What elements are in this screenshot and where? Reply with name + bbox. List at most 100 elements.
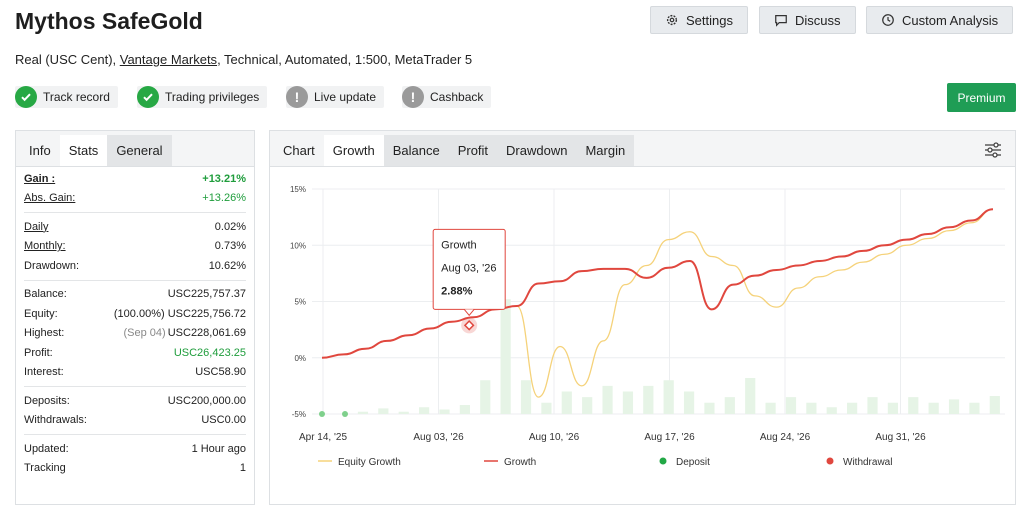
page-title: Mythos SafeGold [15, 8, 203, 34]
tab-balance[interactable]: Balance [383, 135, 449, 166]
tab-info[interactable]: Info [20, 135, 60, 166]
volume-bar [602, 385, 613, 414]
volume-bar [582, 397, 593, 414]
exclamation-icon: ! [286, 86, 308, 108]
legend-label: Growth [504, 457, 536, 468]
highest-note: (Sep 04) [123, 327, 166, 340]
subtitle-suffix: , Technical, Automated, 1:500, MetaTrade… [217, 52, 473, 67]
volume-bar [561, 391, 572, 414]
legend-label: Deposit [676, 457, 710, 468]
volume-bar [969, 402, 980, 414]
settings-button[interactable]: Settings [650, 6, 748, 34]
volume-bar [378, 408, 389, 414]
y-tick-label: 5% [294, 298, 306, 307]
volume-bar [867, 397, 878, 414]
badge-track-record[interactable]: Track record [15, 86, 118, 108]
divider [24, 279, 246, 281]
tab-chart[interactable]: Chart [274, 135, 324, 166]
tab-margin[interactable]: Margin [576, 135, 635, 166]
tooltip-value: 2.88% [441, 285, 472, 297]
settings-label: Settings [686, 12, 733, 28]
deposits-value: USC200,000.00 [167, 394, 246, 407]
divider [24, 212, 246, 213]
premium-button[interactable]: Premium [947, 83, 1016, 112]
check-icon [15, 86, 37, 108]
x-tick-label: Apr 14, '25 [299, 432, 347, 443]
growth-line [321, 208, 994, 359]
withdrawals-label: Withdrawals: [24, 414, 87, 427]
volume-bar [520, 380, 532, 414]
volume-bar [948, 399, 960, 414]
abs-gain-value: +13.26% [202, 192, 246, 205]
x-tick-label: Aug 24, '26 [760, 432, 811, 443]
custom-analysis-button[interactable]: Custom Analysis [866, 6, 1014, 34]
tab-profit[interactable]: Profit [448, 135, 498, 166]
daily-value: 0.02% [214, 220, 246, 233]
tab-general[interactable]: General [107, 135, 172, 166]
badge-live-update[interactable]: ! Live update [286, 86, 385, 108]
chat-icon [775, 15, 787, 27]
gain-value: +13.21% [202, 172, 246, 185]
volume-bar [622, 391, 634, 414]
deposits-label: Deposits: [24, 394, 70, 407]
custom-analysis-label: Custom Analysis [902, 12, 999, 28]
volume-bar [724, 397, 735, 414]
exclamation-icon: ! [402, 86, 424, 108]
equity-note: (100.00%) [113, 307, 165, 320]
interest-label: Interest: [24, 366, 64, 379]
tab-drawdown[interactable]: Drawdown [497, 135, 577, 166]
profit-label: Profit: [24, 346, 53, 359]
equity-value: USC225,756.72 [167, 307, 246, 320]
withdrawals-value: USC0.00 [201, 414, 246, 427]
badge-label: Track record [43, 90, 110, 104]
equity-label: Equity: [24, 307, 58, 320]
account-subtitle: Real (USC Cent), Vantage Markets, Techni… [15, 52, 472, 67]
x-tick-label: Aug 03, '26 [413, 432, 464, 443]
stats-panel: Info Stats General Gain : +13.21% Abs. Ga… [15, 130, 255, 505]
stats-tabs: Info Stats General [16, 131, 254, 167]
gain-label[interactable]: Gain : [24, 173, 55, 185]
y-tick-label: 15% [290, 185, 306, 194]
growth-chart[interactable]: 15% 10% 5% 0% -5% Apr 14, '25 Aug 03, '26 Aug 1… [270, 167, 1015, 504]
tab-stats[interactable]: Stats [59, 135, 108, 166]
monthly-value: 0.73% [214, 240, 246, 253]
clock-icon [882, 14, 894, 26]
badge-trading-privileges[interactable]: Trading privileges [137, 86, 268, 108]
daily-label[interactable]: Daily [24, 221, 48, 233]
x-tick-label: Aug 31, '26 [875, 432, 926, 443]
volume-bar [908, 397, 919, 414]
legend-swatch [659, 457, 667, 465]
drawdown-value: 10.62% [208, 259, 246, 272]
broker-link[interactable]: Vantage Markets [120, 52, 217, 67]
legend-label: Equity Growth [338, 457, 401, 468]
volume-bar [643, 385, 654, 414]
highest-label: Highest: [24, 327, 65, 340]
volume-bar [459, 405, 470, 414]
sliders-icon[interactable] [983, 140, 1003, 160]
volume-bar [357, 411, 369, 414]
y-tick-label: 10% [290, 241, 306, 250]
updated-value: 1 Hour ago [191, 442, 246, 455]
tracking-value: 1 [239, 462, 246, 475]
badge-cashback[interactable]: ! Cashback [402, 86, 492, 108]
abs-gain-label[interactable]: Abs. Gain: [24, 192, 75, 204]
volume-bar [826, 407, 837, 414]
deposit-marker [319, 411, 325, 417]
chart-panel: Chart Growth Balance Profit Drawdown Mar… [269, 130, 1016, 505]
tab-growth[interactable]: Growth [323, 135, 384, 166]
badge-label: Cashback [430, 90, 484, 104]
x-tick-label: Aug 17, '26 [644, 432, 695, 443]
badge-label: Trading privileges [165, 90, 260, 104]
updated-label: Updated: [24, 442, 69, 455]
tracking-label: Tracking [24, 462, 66, 475]
y-tick-label: -5% [292, 410, 306, 419]
drawdown-label: Drawdown: [24, 259, 80, 272]
discuss-button[interactable]: Discuss [759, 6, 856, 34]
divider [24, 386, 246, 387]
legend-label: Withdrawal [843, 457, 892, 468]
interest-value: USC58.90 [195, 366, 246, 379]
volume-bar [989, 396, 1000, 414]
volume-bar [928, 402, 939, 414]
volume-bar [500, 299, 511, 414]
monthly-label[interactable]: Monthly: [24, 240, 66, 252]
